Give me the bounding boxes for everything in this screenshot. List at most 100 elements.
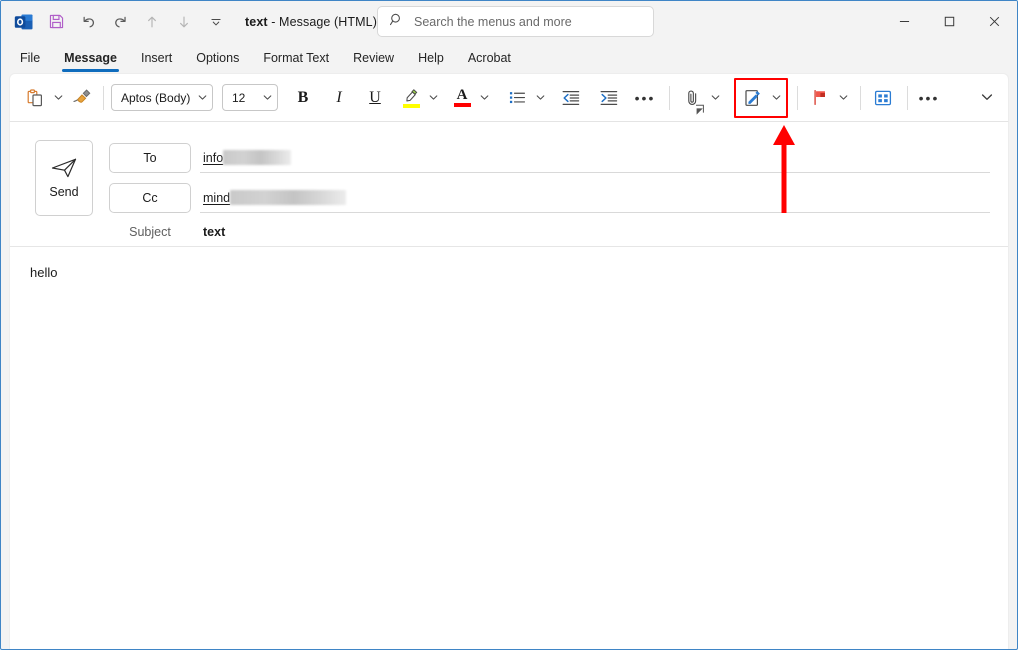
previous-item-icon[interactable] (137, 7, 167, 37)
redo-icon[interactable] (105, 7, 135, 37)
to-input[interactable]: info (200, 143, 990, 173)
collapse-ribbon-button[interactable] (974, 84, 1000, 110)
search-icon (389, 12, 404, 32)
send-paper-plane-icon (51, 158, 77, 178)
ribbon-tabs: File Message Insert Options Format Text … (1, 42, 1017, 73)
bullets-button[interactable] (502, 81, 532, 115)
message-headers: Send To info Cc mind Subject text (10, 122, 1008, 247)
more-commands-button[interactable]: ••• (915, 83, 943, 113)
dialog-launcher-icon (696, 104, 704, 115)
tab-file[interactable]: File (9, 44, 51, 72)
quick-access-toolbar (1, 7, 231, 37)
font-name-value: Aptos (Body) (121, 90, 191, 105)
attach-file-chevron-down-icon[interactable] (707, 81, 723, 115)
subject-label: Subject (129, 225, 171, 239)
tab-file-label: File (20, 50, 41, 65)
text-highlight-color-button[interactable] (397, 82, 425, 113)
signature-highlight-box (734, 77, 788, 118)
bullets-chevron-down-icon[interactable] (532, 81, 548, 115)
font-size-combobox[interactable]: 12 (222, 84, 278, 111)
highlighter-icon (405, 89, 417, 102)
save-icon[interactable] (41, 7, 71, 37)
font-color-swatch (453, 103, 471, 107)
tab-message[interactable]: Message (53, 44, 128, 72)
highlight-chevron-down-icon[interactable] (425, 81, 441, 115)
tab-insert-label: Insert (140, 50, 173, 65)
follow-up-chevron-down-icon[interactable] (835, 81, 851, 115)
ribbon-chevron-down-icon (981, 94, 993, 100)
tab-options[interactable]: Options (185, 44, 250, 72)
ribbon-separator (907, 85, 908, 110)
next-item-icon[interactable] (169, 7, 199, 37)
ribbon-separator (669, 85, 670, 110)
font-name-combobox[interactable]: Aptos (Body) (111, 84, 213, 111)
paste-options-chevron-down-icon[interactable] (50, 81, 66, 115)
increase-indent-icon (600, 90, 618, 105)
to-button[interactable]: To (109, 143, 191, 173)
send-button-label: Send (49, 185, 79, 199)
search-input-placeholder: Search the menus and more (414, 14, 572, 29)
window-title: text - Message (HTML) (245, 15, 377, 29)
dialog-launcher-button[interactable] (694, 103, 708, 117)
customize-quick-access-toolbar-icon[interactable] (201, 7, 231, 37)
italic-label: I (336, 88, 342, 106)
search-box[interactable]: Search the menus and more (377, 6, 654, 37)
tab-help[interactable]: Help (407, 44, 455, 72)
cc-input[interactable]: mind (200, 183, 990, 213)
cc-value: mind (203, 190, 231, 205)
tab-options-label: Options (196, 50, 240, 65)
highlight-color-swatch (402, 104, 420, 108)
format-painter-button[interactable] (66, 81, 96, 115)
tab-review[interactable]: Review (342, 44, 405, 72)
close-button[interactable] (972, 1, 1017, 42)
font-color-button[interactable]: A (448, 82, 476, 113)
paste-button[interactable] (20, 81, 50, 115)
to-button-label: To (143, 151, 157, 165)
increase-indent-button[interactable] (594, 81, 624, 115)
ribbon-separator (103, 85, 104, 110)
tab-format-text[interactable]: Format Text (252, 44, 340, 72)
outlook-compose-window: text - Message (HTML) Search the menus a… (0, 0, 1018, 650)
flag-icon (813, 89, 825, 106)
apps-button[interactable] (868, 81, 898, 115)
send-button[interactable]: Send (35, 140, 93, 216)
message-body-text: hello (30, 265, 58, 280)
tab-acrobat-label: Acrobat (467, 50, 511, 65)
font-color-letter-icon: A (456, 87, 468, 103)
tab-format-text-label: Format Text (263, 50, 330, 65)
tab-insert[interactable]: Insert (130, 44, 183, 72)
window-controls (882, 1, 1017, 42)
tab-help-label: Help (418, 50, 444, 65)
underline-button[interactable]: U (360, 83, 390, 113)
window-title-document: text (245, 14, 268, 29)
subject-row: Subject text (109, 220, 990, 244)
message-body[interactable]: hello (10, 247, 1008, 649)
maximize-button[interactable] (927, 1, 972, 42)
underline-label: U (369, 88, 381, 106)
to-value: info (203, 150, 224, 165)
font-color-chevron-down-icon[interactable] (476, 81, 492, 115)
outlook-app-icon[interactable] (9, 7, 39, 37)
tab-message-label: Message (64, 50, 117, 65)
more-paragraph-options-button[interactable]: ••• (631, 83, 659, 113)
signature-chevron-down-icon[interactable] (768, 81, 784, 115)
undo-icon[interactable] (73, 7, 103, 37)
signature-button[interactable] (738, 81, 768, 115)
decrease-indent-icon (562, 90, 580, 105)
bullet-list-icon (509, 92, 525, 104)
subject-input[interactable]: text (200, 225, 225, 239)
italic-button[interactable]: I (324, 83, 354, 113)
tab-review-label: Review (353, 50, 395, 65)
minimize-button[interactable] (882, 1, 927, 42)
cc-row: Cc mind (109, 183, 990, 213)
font-size-chevron-down-icon (263, 95, 272, 100)
compose-pane: Send To info Cc mind Subject text hello (9, 121, 1009, 649)
cc-button[interactable]: Cc (109, 183, 191, 213)
follow-up-button[interactable] (805, 81, 835, 115)
decrease-indent-button[interactable] (556, 81, 586, 115)
font-size-value: 12 (232, 90, 246, 105)
tab-acrobat[interactable]: Acrobat (457, 44, 522, 72)
bold-button[interactable]: B (288, 83, 318, 113)
bold-label: B (297, 88, 309, 106)
font-name-chevron-down-icon (198, 95, 207, 100)
